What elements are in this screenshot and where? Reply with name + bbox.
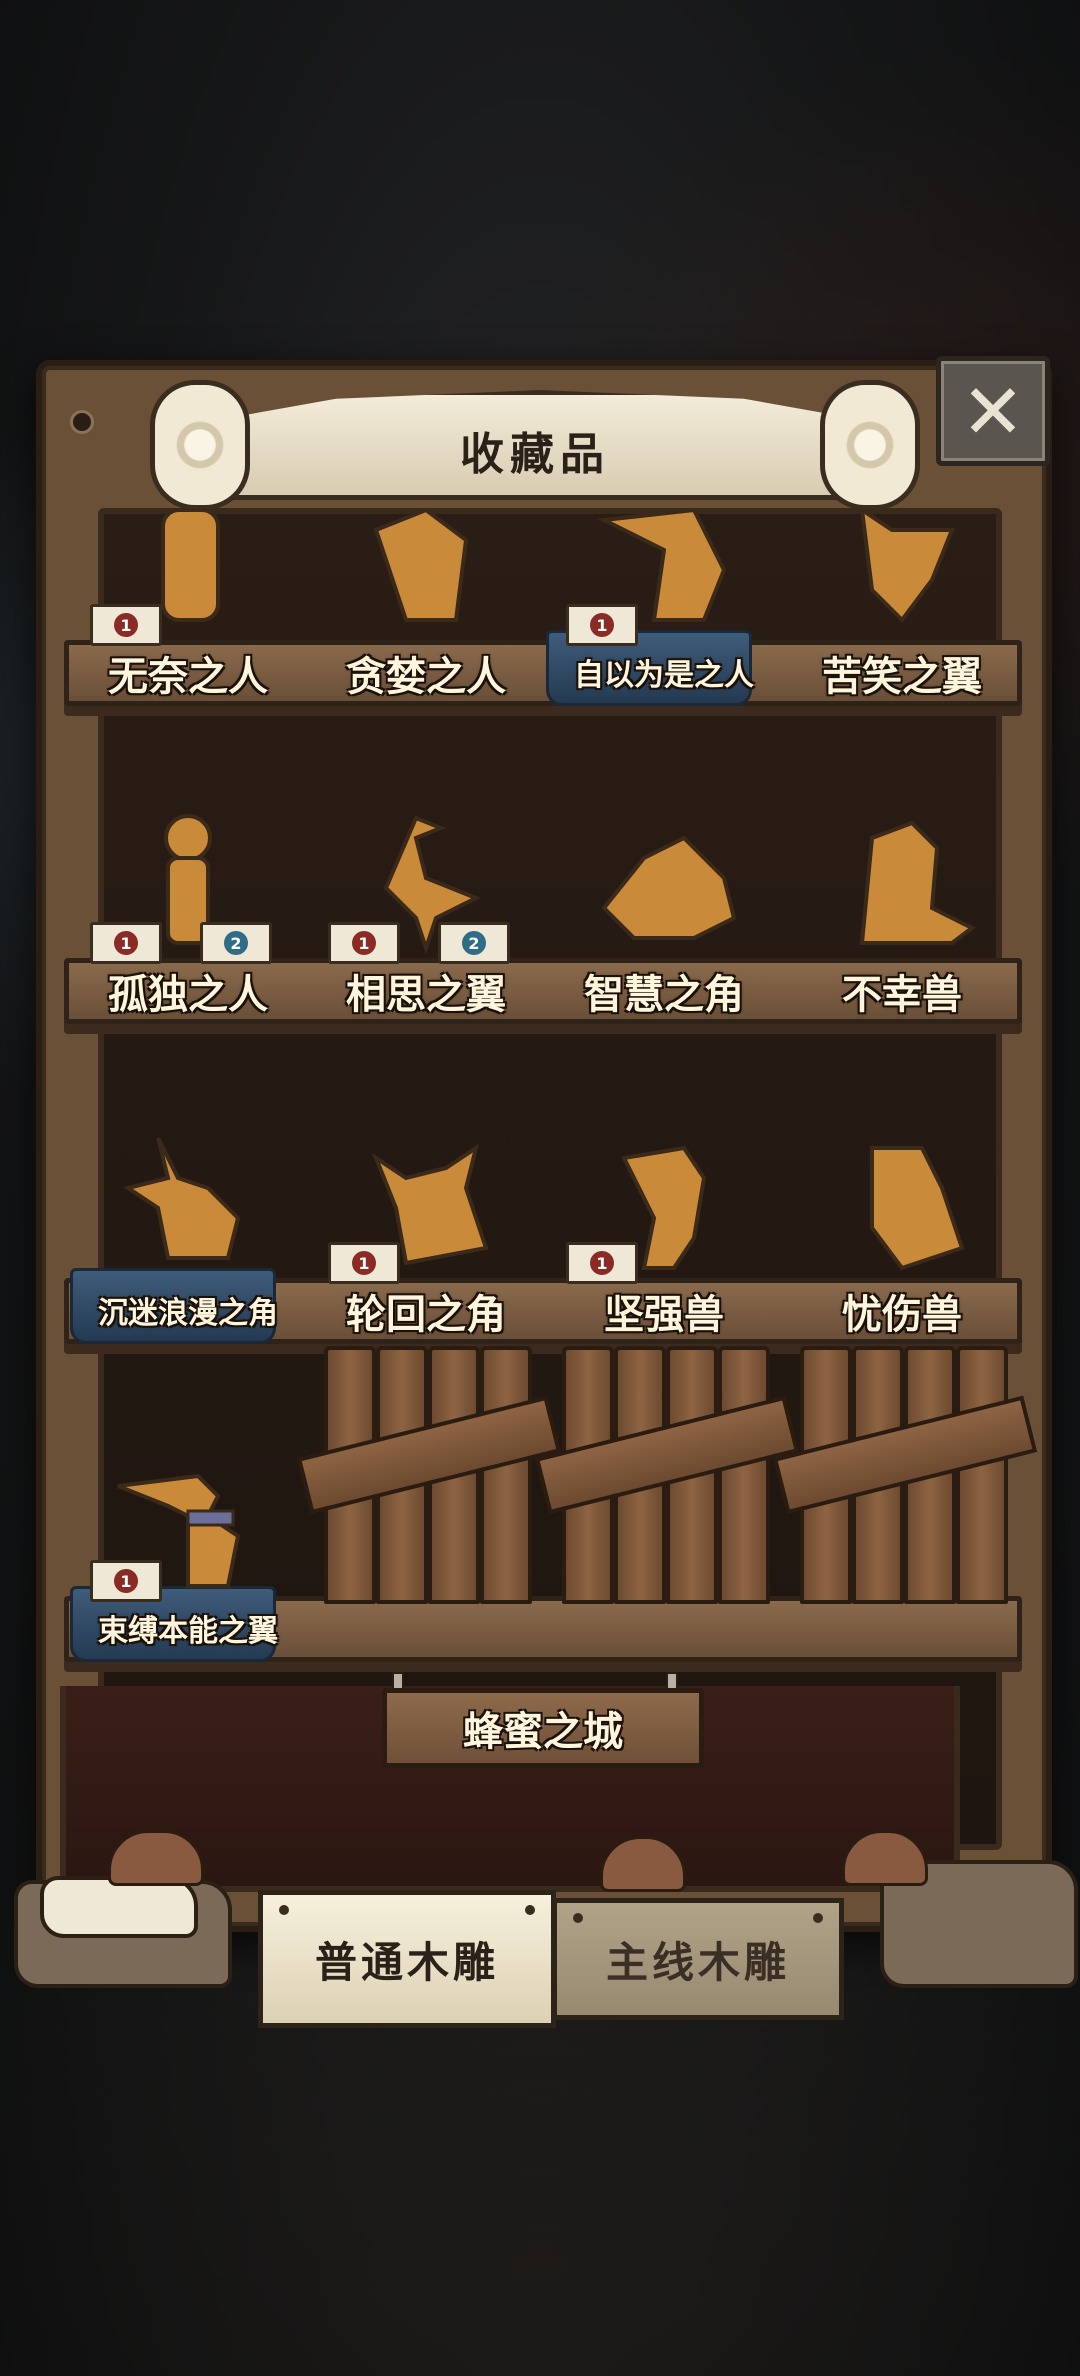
close-button[interactable]: ✕ — [936, 356, 1050, 466]
wood-plank — [480, 1346, 532, 1604]
count-badge: 1 — [114, 1569, 138, 1593]
count-tag: 1 — [90, 1560, 162, 1602]
honey-pot-icon — [108, 1830, 204, 1886]
statue-armadillo-icon — [822, 1128, 982, 1278]
statue-crouching-person-icon — [346, 490, 506, 640]
collectible-slot[interactable]: 不幸兽 — [792, 820, 1012, 1056]
tab-normal-label: 普通木雕 — [314, 1937, 499, 1987]
section-sign: 蜂蜜之城 — [382, 1688, 704, 1768]
collectible-name: 坚强兽 — [604, 1291, 724, 1338]
count-badge: 1 — [590, 613, 614, 637]
collectible-name: 自以为是之人 — [574, 658, 754, 693]
page-title: 收藏品 — [460, 429, 610, 480]
tab-normal-carvings[interactable]: 普通木雕 — [258, 1890, 556, 2028]
collectible-name: 无奈之人 — [108, 653, 268, 700]
count-tag: 2 — [200, 922, 272, 964]
pin — [813, 1913, 823, 1923]
locked-slot[interactable] — [296, 1346, 562, 1610]
pin — [573, 1913, 583, 1923]
collectible-slot[interactable]: 1 轮回之角 — [316, 1143, 536, 1376]
count-badge: 1 — [114, 931, 138, 955]
collectible-name: 相思之翼 — [346, 971, 506, 1018]
count-tag: 1 — [90, 922, 162, 964]
collectible-name: 束缚本能之翼 — [98, 1614, 278, 1649]
collectible-slot[interactable]: 1 坚强兽 — [554, 1145, 774, 1376]
collectible-name: 沉迷浪漫之角 — [98, 1296, 278, 1331]
collectible-slot[interactable]: 沉迷浪漫之角 — [70, 1137, 298, 1376]
collectible-slot[interactable]: 忧伤兽 — [792, 1146, 1012, 1376]
collectible-slot[interactable]: 智慧之角 — [554, 826, 774, 1056]
count-badge: 1 — [114, 613, 138, 637]
collectible-name: 不幸兽 — [842, 971, 962, 1018]
count-badge: 1 — [352, 931, 376, 955]
boarded-lock-icon — [296, 1346, 562, 1606]
tab-main-label: 主线木雕 — [605, 1937, 790, 1987]
locked-slot[interactable] — [772, 1346, 1038, 1610]
count-tag: 1 — [566, 604, 638, 646]
collectible-name: 贪婪之人 — [346, 653, 506, 700]
collectible-slot[interactable]: 1 2 孤独之人 — [78, 814, 298, 1056]
count-tag: 1 — [328, 922, 400, 964]
collectible-slot[interactable]: 贪婪之人 — [316, 507, 536, 738]
statue-turtle-icon — [584, 808, 744, 958]
collectible-name: 忧伤兽 — [842, 1291, 962, 1338]
bolt — [70, 410, 94, 434]
collectible-name: 孤独之人 — [108, 971, 268, 1018]
count-tag: 1 — [90, 604, 162, 646]
collectible-name: 轮回之角 — [346, 1291, 506, 1338]
count-badge: 1 — [590, 1251, 614, 1275]
collectible-slot[interactable]: 1 自以为是之人 — [546, 507, 774, 738]
count-badge: 2 — [462, 931, 486, 955]
wood-plank — [956, 1346, 1008, 1604]
pin — [279, 1905, 289, 1915]
boarded-lock-icon — [534, 1346, 800, 1606]
tab-main-carvings[interactable]: 主线木雕 — [552, 1898, 844, 2020]
boarded-lock-icon — [772, 1346, 1038, 1606]
collectible-slot[interactable]: 苦笑之翼 — [792, 505, 1012, 738]
pin — [525, 1905, 535, 1915]
count-tag: 1 — [566, 1242, 638, 1284]
count-badge: 1 — [352, 1251, 376, 1275]
statue-seal-icon — [822, 808, 982, 958]
close-x-icon: ✕ — [961, 366, 1025, 456]
count-tag: 1 — [328, 1242, 400, 1284]
collectible-slot[interactable]: 1 2 相思之翼 — [316, 815, 536, 1056]
statue-dog-hat-icon — [108, 1128, 268, 1278]
locked-slot[interactable] — [534, 1346, 800, 1610]
wood-plank — [718, 1346, 770, 1604]
collectible-slot[interactable]: 1 束缚本能之翼 — [70, 1380, 298, 1662]
statue-bird-icon — [822, 490, 982, 640]
collectible-name: 苦笑之翼 — [822, 653, 982, 700]
count-badge: 2 — [224, 931, 248, 955]
collectible-name: 智慧之角 — [584, 971, 744, 1018]
title-scroll: 收藏品 — [150, 360, 920, 510]
count-tag: 2 — [438, 922, 510, 964]
collectible-slot[interactable]: 1 无奈之人 — [78, 508, 298, 738]
